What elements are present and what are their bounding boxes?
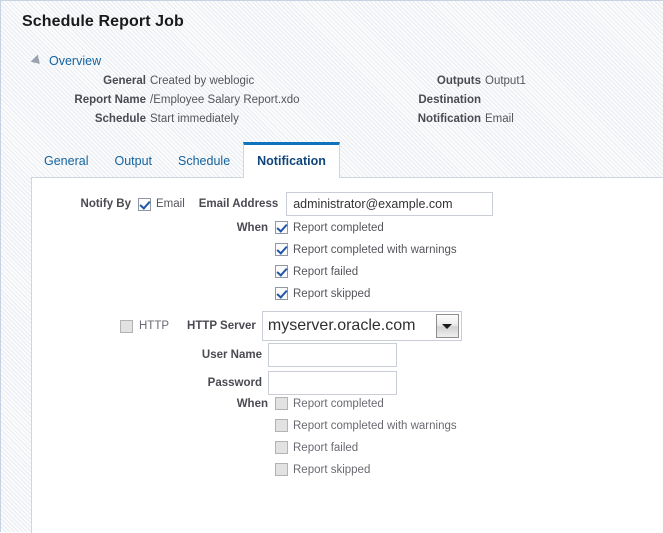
overview-row-report-name: Report Name /Employee Salary Report.xdo (31, 92, 381, 111)
overview-row-notification: Notification Email (381, 111, 526, 130)
overview-section: Overview General Created by weblogic Rep… (30, 53, 651, 125)
http-when-report-completed-label: Report completed (293, 397, 384, 410)
email-when-report-completed-warnings-label: Report completed with warnings (293, 243, 457, 256)
email-when-report-completed-label: Report completed (293, 221, 384, 234)
http-server-select-value: myserver.oracle.com (267, 317, 416, 334)
overview-disclosure-header[interactable]: Overview (30, 53, 651, 69)
overview-row-destination: Destination (381, 92, 526, 111)
overview-value-outputs: Output1 (485, 75, 526, 87)
overview-label-outputs: Outputs (436, 75, 481, 87)
email-when-row-3: Report failed (275, 265, 358, 278)
email-when-row-2: Report completed with warnings (275, 243, 457, 256)
http-username-row: User Name (198, 343, 397, 367)
email-when-report-skipped-checkbox[interactable] (275, 287, 288, 300)
overview-value-notification: Email (485, 113, 514, 125)
tab-notification[interactable]: Notification (243, 142, 340, 178)
http-when-row-2: Report completed with warnings (275, 419, 457, 432)
tab-bar: General Output Schedule Notification (31, 142, 340, 178)
http-when-report-skipped-label: Report skipped (293, 463, 371, 476)
http-password-row: Password (198, 371, 397, 395)
notify-by-email-row: Notify By Email Email Address (56, 192, 494, 216)
http-when-label: When (236, 397, 268, 410)
http-when-report-failed-label: Report failed (293, 441, 359, 454)
overview-value-general: Created by weblogic (150, 75, 255, 87)
tab-schedule[interactable]: Schedule (165, 145, 243, 178)
http-password-label: Password (207, 377, 262, 389)
email-notify-checkbox[interactable] (138, 197, 151, 211)
http-when-row-3: Report failed (275, 441, 358, 454)
overview-value-destination (485, 92, 526, 111)
overview-row-schedule: Schedule Start immediately (31, 111, 381, 130)
overview-value-schedule: Start immediately (150, 113, 239, 125)
overview-label-schedule: Schedule (94, 113, 146, 125)
page-title: Schedule Report Job (22, 13, 184, 30)
overview-section-label: Overview (49, 54, 102, 68)
overview-left-column: General Created by weblogic Report Name … (31, 73, 381, 130)
overview-right-column: Outputs Output1 Destination Notification… (381, 73, 526, 130)
http-username-label: User Name (201, 349, 262, 361)
email-when-report-failed-checkbox[interactable] (275, 265, 288, 278)
overview-row-general: General Created by weblogic (31, 73, 381, 92)
http-when-report-completed-warnings-checkbox[interactable] (275, 419, 288, 432)
http-when-report-completed-checkbox[interactable] (275, 397, 288, 410)
tab-general[interactable]: General (31, 145, 101, 178)
http-when-report-failed-checkbox[interactable] (275, 441, 288, 454)
overview-label-notification: Notification (417, 113, 481, 125)
email-address-label: Email Address (198, 198, 279, 210)
overview-label-report-name: Report Name (74, 94, 146, 106)
email-address-input[interactable] (286, 192, 494, 216)
email-notify-label: Email (156, 198, 185, 210)
email-when-report-skipped-label: Report skipped (293, 287, 371, 300)
overview-value-report-name: /Employee Salary Report.xdo (150, 94, 300, 106)
email-when-report-completed-warnings-checkbox[interactable] (275, 243, 288, 256)
http-notify-label: HTTP (139, 320, 170, 332)
email-when-report-completed-checkbox[interactable] (275, 221, 288, 234)
http-server-dropdown-button[interactable] (435, 314, 459, 338)
overview-details-grid: General Created by weblogic Report Name … (31, 73, 651, 130)
email-when-report-failed-label: Report failed (293, 265, 359, 278)
http-server-label: HTTP Server (187, 320, 256, 332)
email-when-label: When (236, 221, 268, 234)
notify-by-label: Notify By (80, 198, 131, 210)
http-server-row: HTTP HTTP Server myserver.oracle.com (120, 311, 462, 341)
overview-label-general: General (103, 75, 146, 87)
http-when-row-4: Report skipped (275, 463, 370, 476)
tab-output[interactable]: Output (101, 145, 165, 178)
chevron-down-icon (442, 323, 453, 329)
overview-row-outputs: Outputs Output1 (381, 73, 526, 92)
notification-tab-panel: Notify By Email Email Address When Repor… (31, 177, 663, 533)
overview-label-destination: Destination (418, 94, 481, 106)
triangle-expanded-icon[interactable] (30, 54, 44, 68)
http-when-row-1: When Report completed (228, 397, 384, 410)
email-when-row-1: When Report completed (228, 221, 384, 234)
email-when-row-4: Report skipped (275, 287, 370, 300)
http-when-report-skipped-checkbox[interactable] (275, 463, 288, 476)
http-username-input[interactable] (268, 343, 397, 367)
http-notify-checkbox[interactable] (120, 319, 133, 333)
http-password-input[interactable] (268, 371, 397, 395)
page-background: Schedule Report Job Overview General Cre… (0, 0, 663, 533)
http-server-select[interactable]: myserver.oracle.com (261, 311, 462, 341)
http-when-report-completed-warnings-label: Report completed with warnings (293, 419, 457, 432)
